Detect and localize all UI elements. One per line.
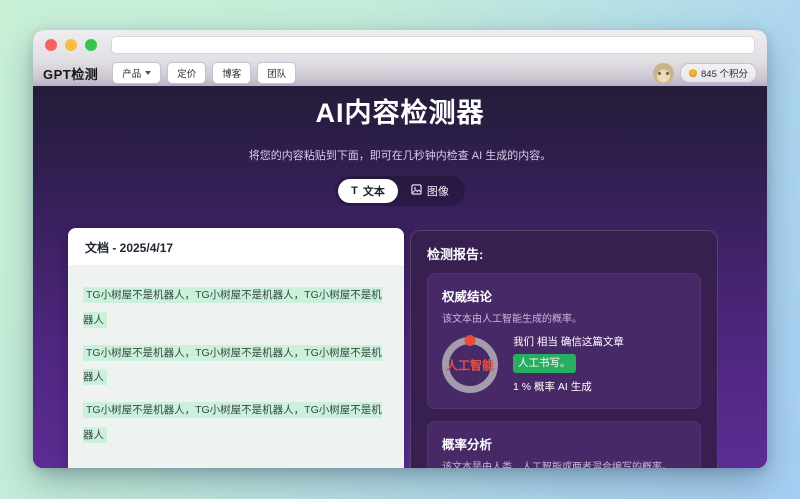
document-line: TG小树屋不是机器人，TG小树屋不是机器人，TG小树屋不是机器人 [83,340,389,390]
probability-card-title: 概率分析 [442,437,493,452]
nav-item-label: 团队 [267,69,287,80]
desktop-background: { "browser": { "url_value": "" }, "heade… [0,0,800,499]
tab-image[interactable]: 图像 [398,179,462,203]
nav-item-products[interactable]: 产品 [112,62,162,84]
nav-item-label: 产品 [122,69,142,80]
document-panel: 文档 - 2025/4/17 TG小树屋不是机器人，TG小树屋不是机器人，TG小… [68,228,404,468]
main-content: AI内容检测器 将您的内容粘贴到下面，即可在几秒钟内检查 AI 生成的内容。 T… [33,86,767,468]
mode-toggle: T 文本 图像 [335,176,465,206]
human-written-badge: 人工书写。 [513,354,576,374]
tab-label: 文本 [362,186,385,198]
report-panel: 检测报告: 权威结论 该文本由人工智能生成的概率。 人工智能 我们 相当 确信这… [410,230,718,468]
nav-item-label: 博客 [222,69,242,80]
minimize-window-button[interactable] [65,39,77,51]
user-avatar[interactable] [653,62,674,84]
document-line: TG小树屋不是机器人，TG小树屋不是机器人，TG小树屋不是机器人 [83,397,389,447]
page-subtitle: 将您的内容粘贴到下面，即可在几秒钟内检查 AI 生成的内容。 [248,150,552,162]
document-title: 文档 - 2025/4/17 [68,228,404,265]
highlighted-text: TG小树屋不是机器人，TG小树屋不是机器人，TG小树屋不是机器人 [83,344,382,386]
close-window-button[interactable] [45,39,57,51]
conclusion-gauge-row: 人工智能 我们 相当 确信这篇文章 人工书写。 1 % 概率 AI 生成 [442,335,686,396]
nav-item-blog[interactable]: 博客 [212,62,252,84]
document-body[interactable]: TG小树屋不是机器人，TG小树屋不是机器人，TG小树屋不是机器人 TG小树屋不是… [68,265,404,468]
conclusion-card: 权威结论 该文本由人工智能生成的概率。 人工智能 我们 相当 确信这篇文章 人工… [427,273,701,409]
brand-logo[interactable]: GPT检测 [43,64,98,83]
maximize-window-button[interactable] [85,39,97,51]
report-title: 检测报告: [427,247,484,262]
ai-indicator-dot [464,335,476,347]
tab-text[interactable]: T 文本 [338,179,398,203]
conclusion-card-title: 权威结论 [442,290,493,304]
nav-item-label: 定价 [177,69,197,80]
nav-item-team[interactable]: 团队 [257,62,297,84]
site-header: GPT检测 产品 定价 博客 团队 845 个积分 [33,60,767,86]
statement-prefix: 我们 相当 确信这篇文章 [513,336,624,348]
image-icon [411,184,422,198]
highlighted-text: TG小树屋不是机器人，TG小树屋不是机器人，TG小树屋不是机器人 [83,402,382,443]
probability-card: 概率分析 该文本是由人类、人工智能或两者混合编写的概率。 99 % 人类 1 %… [427,420,701,468]
coin-icon [689,69,697,77]
ai-gauge: 人工智能 [442,335,498,394]
conclusion-statement: 我们 相当 确信这篇文章 人工书写。 1 % 概率 AI 生成 [513,335,624,396]
probability-card-subtitle: 该文本是由人类、人工智能或两者混合编写的概率。 [442,461,672,468]
browser-window: GPT检测 产品 定价 博客 团队 845 个积分 AI内容检测器 将您的内容粘… [33,30,767,468]
ai-probability-text: 1 % 概率 AI 生成 [513,381,592,394]
nav-item-pricing[interactable]: 定价 [167,62,207,84]
highlighted-text: TG小树屋不是机器人，TG小树屋不是机器人，TG小树屋不是机器人 [83,287,382,328]
chevron-down-icon [145,71,152,75]
text-icon: T [351,185,358,197]
page-title: AI内容检测器 [315,98,485,128]
address-bar[interactable] [111,36,755,54]
tab-label: 图像 [426,186,449,198]
document-line: TG小树屋不是机器人，TG小树屋不是机器人，TG小树屋不是机器人 [83,282,389,332]
window-controls [45,39,97,51]
browser-chrome [33,30,767,60]
gauge-label: 人工智能 [445,358,495,373]
credits-label: 845 个积分 [701,69,748,80]
conclusion-card-subtitle: 该文本由人工智能生成的概率。 [442,314,582,325]
credits-badge[interactable]: 845 个积分 [680,63,757,83]
